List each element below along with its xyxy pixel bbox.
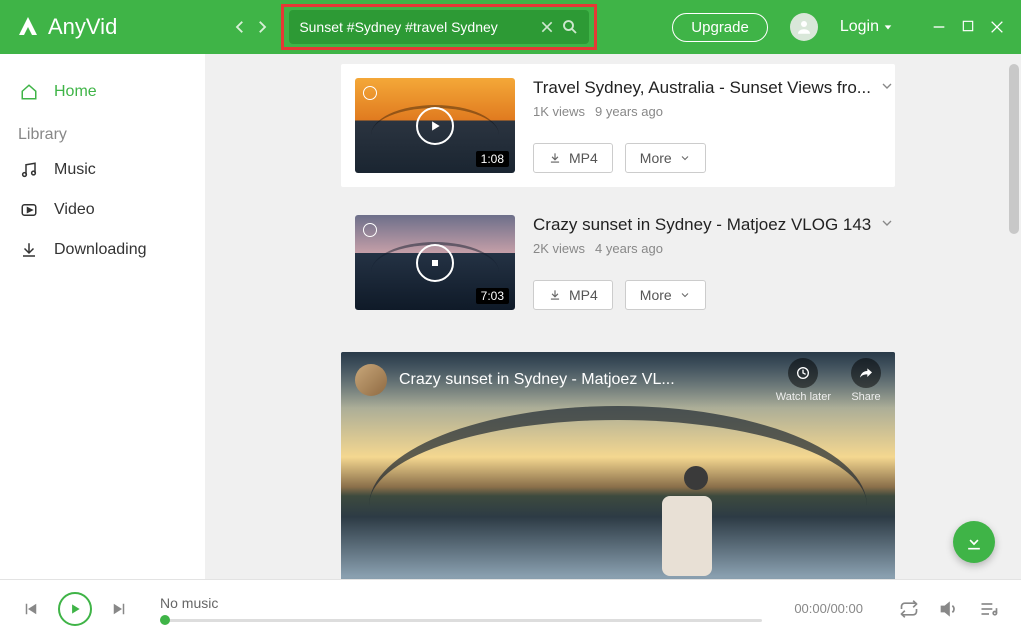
chevron-down-icon	[883, 22, 893, 32]
nav-arrows	[231, 18, 271, 36]
chevron-down-icon[interactable]	[879, 215, 895, 231]
stop-icon[interactable]	[416, 244, 454, 282]
sidebar-item-home[interactable]: Home	[0, 72, 205, 112]
sidebar-item-label: Home	[54, 83, 97, 101]
chevron-down-icon	[679, 152, 691, 164]
video-player[interactable]: Crazy sunset in Sydney - Matjoez VL... W…	[341, 352, 895, 579]
scrollbar[interactable]	[1009, 64, 1019, 234]
sidebar-item-music[interactable]: Music	[0, 150, 205, 190]
video-icon	[20, 201, 38, 219]
format-button[interactable]: MP4	[533, 280, 613, 310]
main-content: 1:08 Travel Sydney, Australia - Sunset V…	[205, 54, 1021, 579]
home-icon	[20, 83, 38, 101]
sidebar-item-label: Music	[54, 161, 96, 179]
download-fab[interactable]	[953, 521, 995, 563]
format-label: MP4	[569, 150, 598, 166]
sidebar-item-label: Downloading	[54, 241, 147, 259]
more-label: More	[640, 287, 672, 303]
repeat-button[interactable]	[899, 599, 919, 619]
volume-button[interactable]	[939, 599, 959, 619]
upgrade-button[interactable]: Upgrade	[672, 13, 768, 42]
chevron-down-icon[interactable]	[879, 78, 895, 94]
chevron-down-icon	[679, 289, 691, 301]
music-icon	[20, 161, 38, 179]
app-logo: AnyVid	[16, 14, 117, 40]
forward-button[interactable]	[253, 18, 271, 36]
select-radio[interactable]	[363, 223, 377, 237]
next-track-button[interactable]	[110, 600, 128, 618]
select-radio[interactable]	[363, 86, 377, 100]
player-title: Crazy sunset in Sydney - Matjoez VL...	[399, 371, 764, 389]
video-meta: 1K views9 years ago	[533, 104, 895, 119]
prev-track-button[interactable]	[22, 600, 40, 618]
time-display: 00:00/00:00	[794, 601, 863, 616]
login-label: Login	[840, 18, 879, 36]
sidebar-item-downloading[interactable]: Downloading	[0, 230, 205, 270]
video-thumbnail[interactable]: 7:03	[355, 215, 515, 310]
duration-badge: 1:08	[476, 151, 509, 167]
more-button[interactable]: More	[625, 143, 706, 173]
app-title: AnyVid	[48, 14, 117, 40]
download-small-icon	[548, 288, 562, 302]
maximize-button[interactable]	[961, 19, 975, 35]
now-playing-label: No music	[160, 595, 762, 611]
app-header: AnyVid Upgrade Login	[0, 0, 1021, 54]
video-title[interactable]: Crazy sunset in Sydney - Matjoez VLOG 14…	[533, 215, 871, 235]
play-icon[interactable]	[416, 107, 454, 145]
login-button[interactable]: Login	[840, 18, 893, 36]
play-button[interactable]	[58, 592, 92, 626]
search-icon[interactable]	[561, 18, 579, 36]
result-card: 1:08 Travel Sydney, Australia - Sunset V…	[341, 64, 895, 187]
more-button[interactable]: More	[625, 280, 706, 310]
library-section-label: Library	[0, 112, 205, 150]
watch-later-button[interactable]: Watch later	[776, 358, 831, 403]
channel-avatar[interactable]	[355, 364, 387, 396]
back-button[interactable]	[231, 18, 249, 36]
download-small-icon	[548, 151, 562, 165]
seek-bar[interactable]	[160, 619, 762, 622]
playlist-button[interactable]	[979, 599, 999, 619]
sidebar-item-label: Video	[54, 201, 95, 219]
bottom-player: No music 00:00/00:00	[0, 579, 1021, 637]
video-thumbnail[interactable]: 1:08	[355, 78, 515, 173]
more-label: More	[640, 150, 672, 166]
video-title[interactable]: Travel Sydney, Australia - Sunset Views …	[533, 78, 871, 98]
result-card: 7:03 Crazy sunset in Sydney - Matjoez VL…	[341, 201, 895, 324]
minimize-button[interactable]	[931, 19, 947, 35]
video-meta: 2K views4 years ago	[533, 241, 895, 256]
download-icon	[20, 241, 38, 259]
duration-badge: 7:03	[476, 288, 509, 304]
search-input[interactable]	[299, 19, 533, 35]
share-button[interactable]: Share	[851, 358, 881, 403]
logo-icon	[16, 15, 40, 39]
avatar[interactable]	[790, 13, 818, 41]
format-button[interactable]: MP4	[533, 143, 613, 173]
sidebar-item-video[interactable]: Video	[0, 190, 205, 230]
close-button[interactable]	[989, 19, 1005, 35]
clear-icon[interactable]	[539, 19, 555, 35]
window-controls	[931, 19, 1005, 35]
track-area: No music	[160, 595, 762, 622]
format-label: MP4	[569, 287, 598, 303]
sidebar: Home Library Music Video Downloading	[0, 54, 205, 579]
search-area	[289, 10, 589, 44]
search-box	[289, 10, 589, 44]
